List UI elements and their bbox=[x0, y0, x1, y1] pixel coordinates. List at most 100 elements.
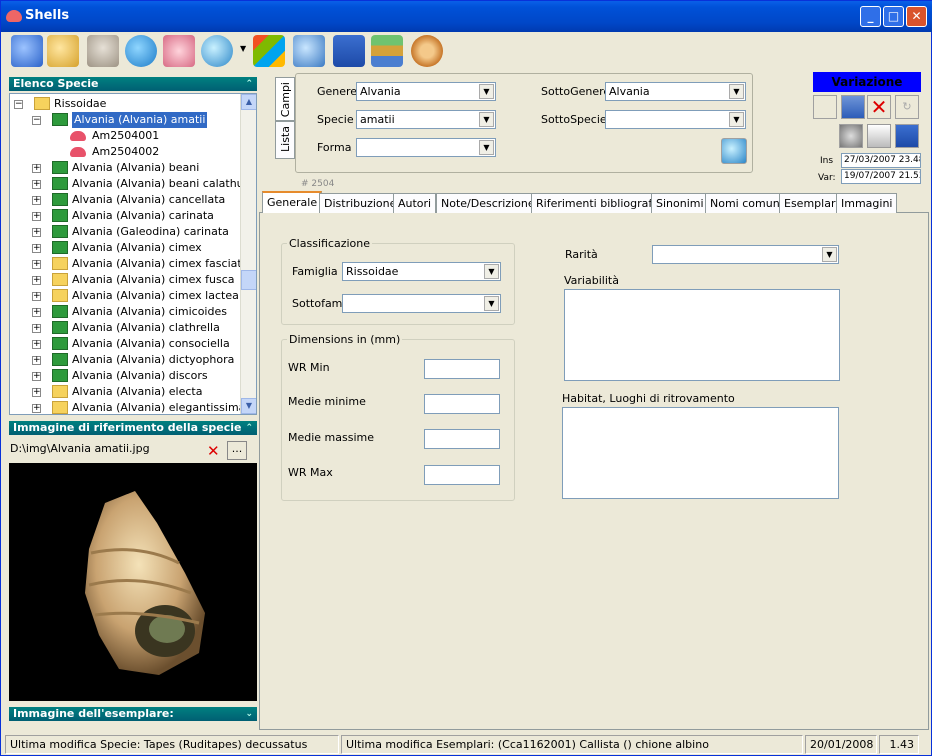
sottogenere-combo[interactable]: Alvania ▼ bbox=[605, 82, 746, 101]
habitat-label: Habitat, Luoghi di ritrovamento bbox=[562, 392, 735, 405]
scroll-up-button[interactable]: ▲ bbox=[241, 94, 256, 110]
medie-minime-input[interactable] bbox=[424, 394, 500, 414]
save-icon[interactable] bbox=[841, 95, 865, 119]
chevron-down-icon[interactable]: ▼ bbox=[822, 247, 837, 262]
browse-image-button[interactable]: ... bbox=[227, 441, 247, 460]
delete-image-icon[interactable]: ✕ bbox=[207, 442, 220, 460]
expand-icon[interactable]: + bbox=[32, 340, 41, 349]
specie-combo[interactable]: amatii ▼ bbox=[356, 110, 496, 129]
collapse-icon[interactable]: ⌃ bbox=[245, 77, 253, 91]
window-title: Shells bbox=[25, 8, 70, 23]
chevron-down-icon[interactable]: ▼ bbox=[479, 112, 494, 127]
warning-card-icon[interactable] bbox=[867, 124, 891, 148]
species-tree[interactable]: − Rissoidae − Alvania (Alvania) amatii A… bbox=[9, 93, 257, 415]
scroll-down-button[interactable]: ▼ bbox=[241, 398, 256, 414]
gear-icon[interactable] bbox=[411, 35, 443, 67]
tree-scrollbar[interactable]: ▲ ▼ bbox=[240, 94, 256, 414]
search-button-icon[interactable] bbox=[721, 138, 747, 164]
rarita-combo[interactable]: ▼ bbox=[652, 245, 839, 264]
folder-icon bbox=[52, 289, 68, 302]
tab-note-descrizione[interactable]: Note/Descrizione bbox=[436, 193, 540, 213]
tab-immagini[interactable]: Immagini bbox=[836, 193, 898, 213]
expand-icon[interactable]: + bbox=[32, 404, 41, 413]
new-record-icon[interactable] bbox=[813, 95, 837, 119]
tab-autori[interactable]: Autori bbox=[393, 193, 437, 213]
people-icon[interactable] bbox=[87, 35, 119, 67]
wr-min-input[interactable] bbox=[424, 359, 500, 379]
tab-riferimenti[interactable]: Riferimenti bibliografici bbox=[531, 193, 670, 213]
tab-generale[interactable]: Generale bbox=[262, 191, 323, 213]
medie-massime-input[interactable] bbox=[424, 429, 500, 449]
folder-icon bbox=[52, 209, 68, 222]
expand-icon[interactable]: ⌄ bbox=[245, 707, 253, 721]
specimen-image-header[interactable]: Immagine dell'esemplare: ⌄ bbox=[9, 707, 257, 721]
scroll-thumb[interactable] bbox=[241, 270, 256, 290]
expand-icon[interactable]: + bbox=[32, 276, 41, 285]
app-window: Shells _ □ ✕ ▼ Elenco Specie ⌃ − Rissoid… bbox=[0, 0, 932, 756]
close-button[interactable]: ✕ bbox=[906, 6, 927, 27]
refresh-icon[interactable]: ↻ bbox=[895, 95, 919, 119]
chevron-down-icon[interactable]: ▼ bbox=[729, 84, 744, 99]
users-icon[interactable] bbox=[293, 35, 325, 67]
export-word-icon[interactable] bbox=[895, 124, 919, 148]
variabilita-textarea[interactable] bbox=[564, 289, 840, 381]
word-doc-icon[interactable] bbox=[333, 35, 365, 67]
expand-icon[interactable]: + bbox=[32, 292, 41, 301]
search-icon[interactable] bbox=[201, 35, 233, 67]
chevron-down-icon[interactable]: ▼ bbox=[484, 264, 499, 279]
expand-icon[interactable]: + bbox=[32, 244, 41, 253]
expand-icon[interactable]: + bbox=[32, 260, 41, 269]
dimensions-title: Dimensions in (mm) bbox=[287, 333, 403, 346]
expand-icon[interactable]: + bbox=[32, 228, 41, 237]
help-icon[interactable] bbox=[47, 35, 79, 67]
famiglia-combo[interactable]: Rissoidae ▼ bbox=[342, 262, 501, 281]
collapse-icon[interactable]: ⌃ bbox=[245, 421, 253, 435]
sottofam-label: Sottofam. bbox=[292, 297, 346, 310]
sottospecie-label: SottoSpecie bbox=[541, 113, 607, 126]
minimize-button[interactable]: _ bbox=[860, 6, 881, 27]
windows-icon[interactable] bbox=[253, 35, 285, 67]
maximize-button[interactable]: □ bbox=[883, 6, 904, 27]
genere-combo[interactable]: Alvania ▼ bbox=[356, 82, 496, 101]
chevron-down-icon[interactable]: ▼ bbox=[479, 84, 494, 99]
habitat-textarea[interactable] bbox=[562, 407, 839, 499]
forma-label: Forma bbox=[317, 141, 352, 154]
sottospecie-combo[interactable]: ▼ bbox=[605, 110, 746, 129]
wr-max-input[interactable] bbox=[424, 465, 500, 485]
chevron-down-icon[interactable]: ▼ bbox=[479, 140, 494, 155]
expand-icon[interactable]: + bbox=[32, 356, 41, 365]
species-image-header[interactable]: Immagine di riferimento della specie ⌃ bbox=[9, 421, 257, 435]
books-icon[interactable] bbox=[371, 35, 403, 67]
expand-icon[interactable]: + bbox=[32, 180, 41, 189]
cancel-icon[interactable]: ✕ bbox=[867, 95, 891, 119]
classificazione-title: Classificazione bbox=[287, 237, 373, 250]
tab-distribuzione[interactable]: Distribuzione bbox=[319, 193, 402, 213]
mode-badge: Variazione bbox=[813, 72, 921, 92]
shells-icon[interactable] bbox=[163, 35, 195, 67]
folder-icon bbox=[52, 225, 68, 238]
sottofam-combo[interactable]: ▼ bbox=[342, 294, 501, 313]
tab-esemplari[interactable]: Esemplari bbox=[779, 193, 844, 213]
globe-icon[interactable] bbox=[125, 35, 157, 67]
tab-campi[interactable]: Campi bbox=[275, 77, 295, 121]
forma-combo[interactable]: ▼ bbox=[356, 138, 496, 157]
exit-icon[interactable] bbox=[11, 35, 43, 67]
chevron-down-icon[interactable]: ▼ bbox=[484, 296, 499, 311]
chevron-down-icon[interactable]: ▼ bbox=[729, 112, 744, 127]
medie-minime-label: Medie minime bbox=[288, 395, 366, 408]
tab-nomi-comuni[interactable]: Nomi comuni bbox=[705, 193, 788, 213]
binoculars-icon[interactable] bbox=[839, 124, 863, 148]
tab-sinonimi[interactable]: Sinonimi bbox=[651, 193, 709, 213]
dropdown-arrow-icon[interactable]: ▼ bbox=[240, 44, 246, 53]
expand-icon[interactable]: + bbox=[32, 196, 41, 205]
expand-icon[interactable]: + bbox=[32, 324, 41, 333]
expand-icon[interactable]: + bbox=[32, 308, 41, 317]
expand-icon[interactable]: + bbox=[32, 164, 41, 173]
expand-icon[interactable]: + bbox=[32, 372, 41, 381]
tab-lista[interactable]: Lista bbox=[275, 121, 295, 159]
species-list-header[interactable]: Elenco Specie ⌃ bbox=[9, 77, 257, 91]
expand-icon[interactable]: + bbox=[32, 388, 41, 397]
wr-max-label: WR Max bbox=[288, 466, 333, 479]
folder-icon bbox=[52, 401, 68, 414]
expand-icon[interactable]: + bbox=[32, 212, 41, 221]
